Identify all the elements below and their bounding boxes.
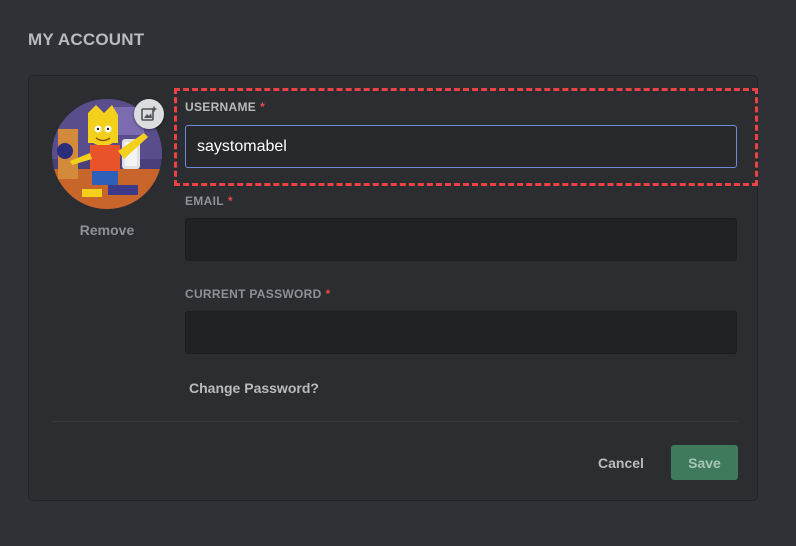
cancel-button[interactable]: Cancel [587, 446, 655, 480]
username-label-text: USERNAME [185, 100, 257, 114]
account-panel: Remove USERNAME* EMAIL* CURRENT PASSWORD… [28, 75, 758, 501]
avatar-section [52, 99, 164, 209]
current-password-required-mark: * [325, 287, 331, 301]
email-required-mark: * [227, 194, 233, 208]
current-password-label-text: CURRENT PASSWORD [185, 287, 322, 301]
current-password-input[interactable] [185, 311, 737, 354]
username-required-mark: * [260, 100, 266, 114]
username-label: USERNAME * [185, 100, 265, 114]
username-input[interactable] [185, 125, 737, 168]
remove-avatar-link[interactable]: Remove [52, 222, 162, 238]
divider [52, 421, 738, 422]
save-button[interactable]: Save [671, 445, 738, 480]
page-title: MY ACCOUNT [28, 30, 145, 49]
change-password-link[interactable]: Change Password? [189, 380, 319, 396]
email-label-text: EMAIL [185, 194, 224, 208]
upload-avatar-button[interactable] [134, 99, 164, 129]
current-password-label: CURRENT PASSWORD * [185, 287, 331, 301]
email-input[interactable] [185, 218, 737, 261]
email-label: EMAIL * [185, 194, 233, 208]
image-upload-icon [141, 106, 157, 121]
